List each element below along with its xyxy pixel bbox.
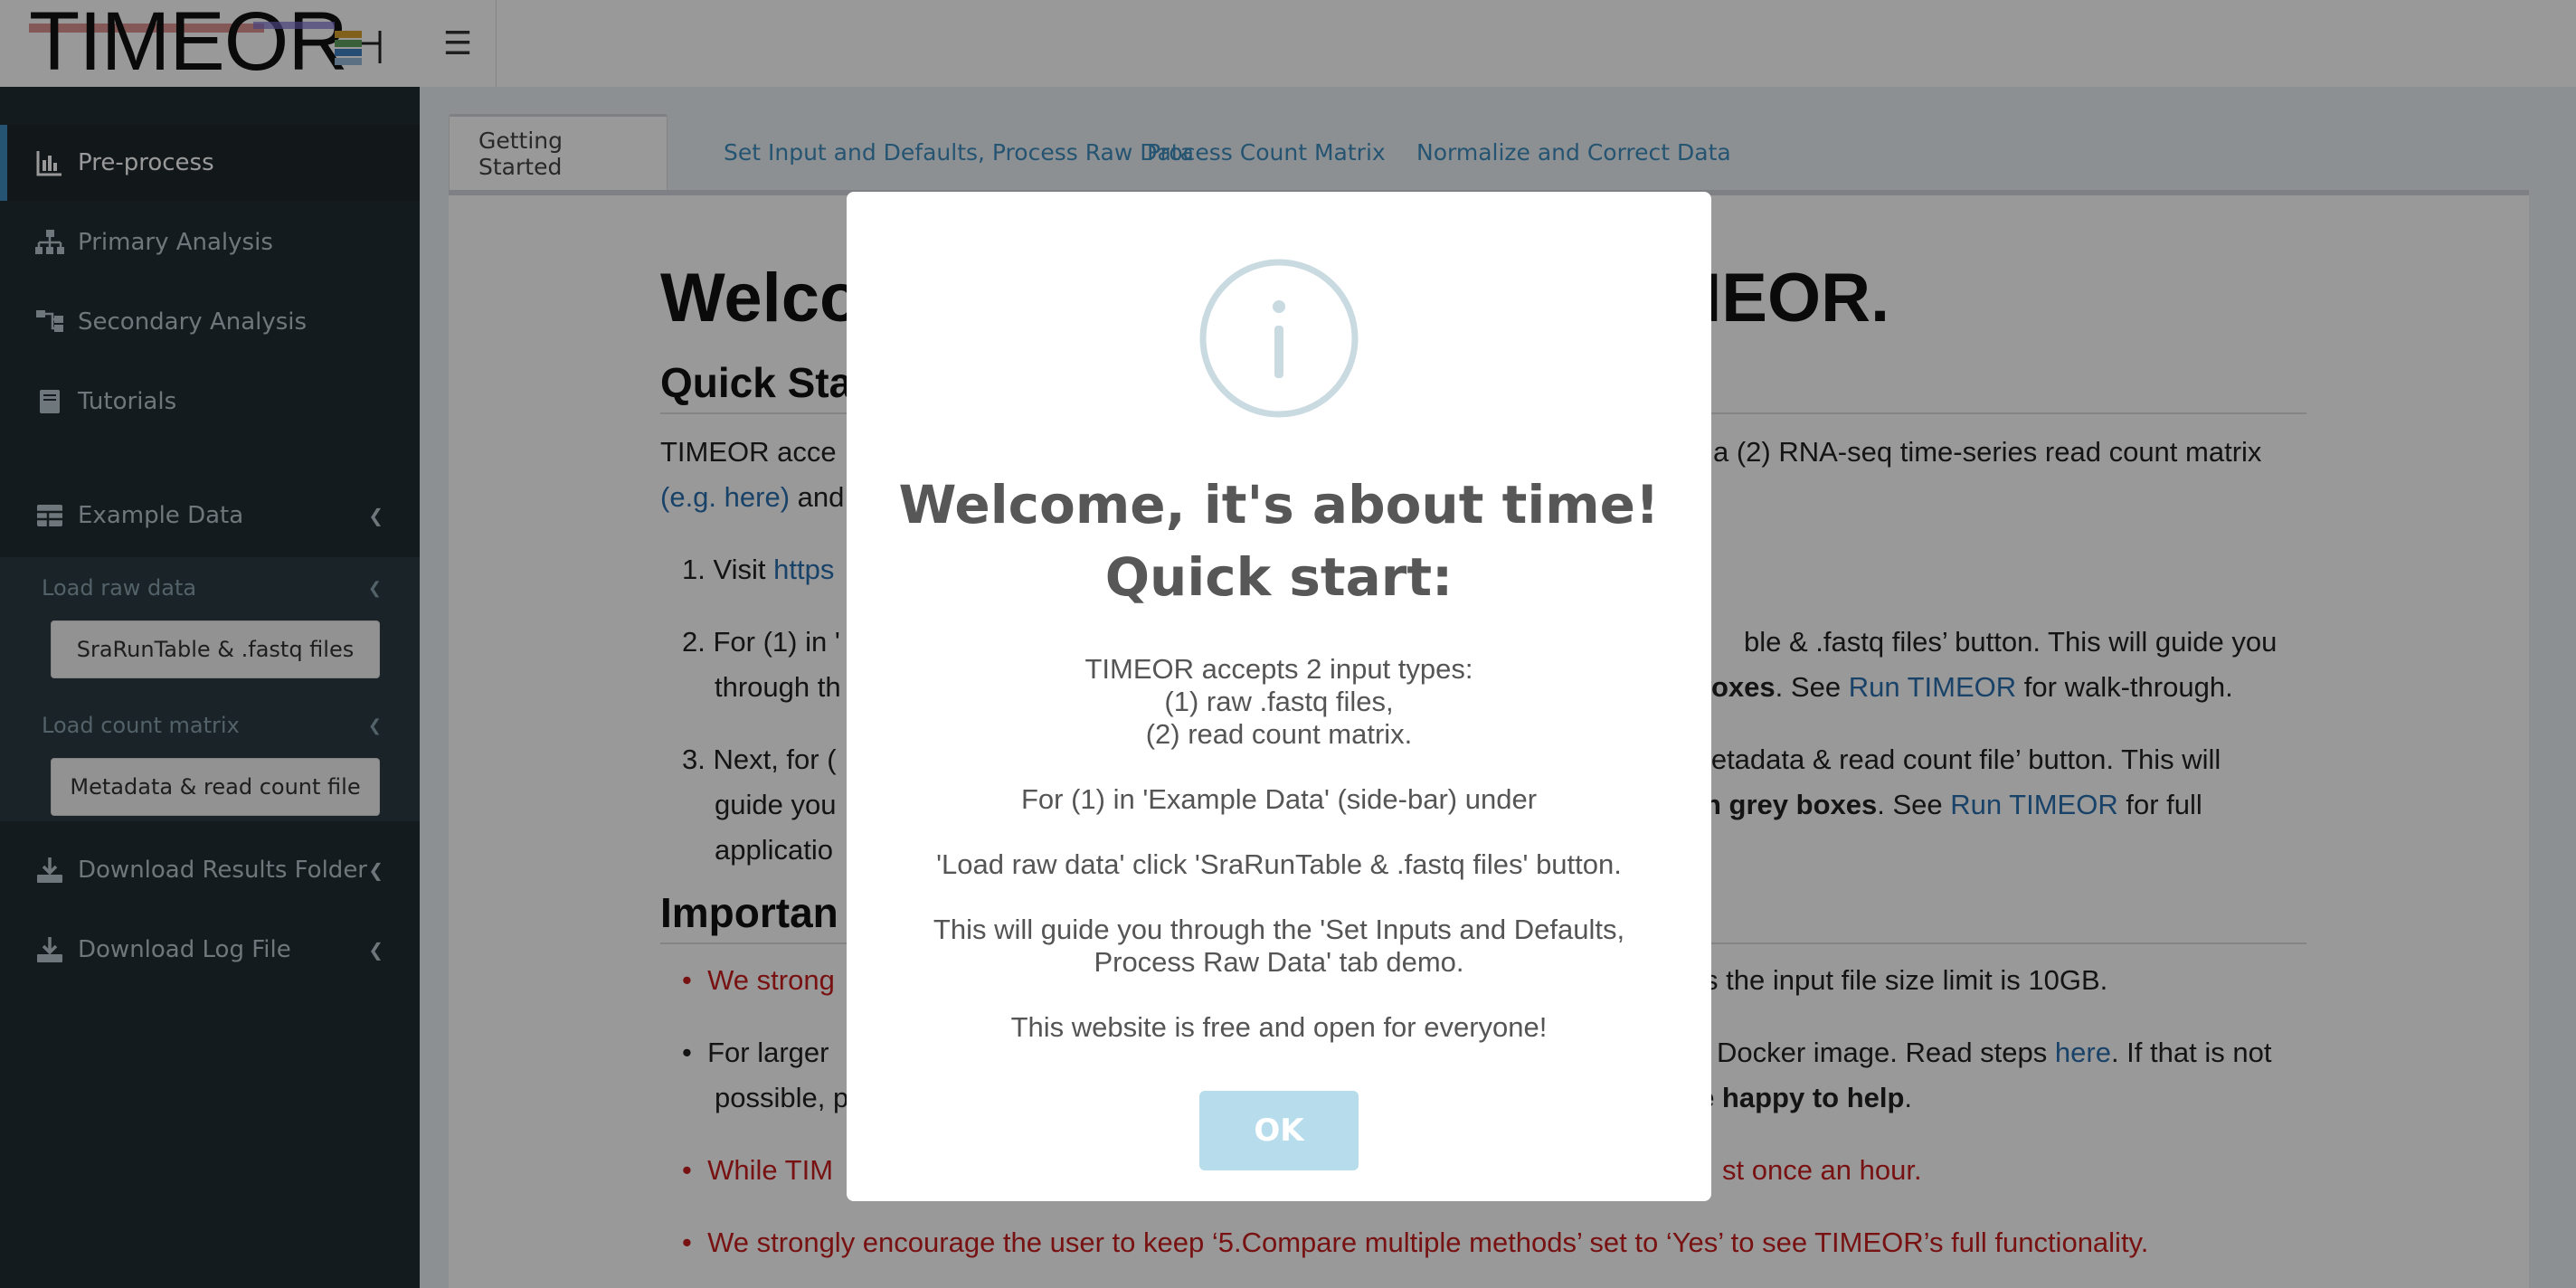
info-icon: [1199, 259, 1359, 418]
modal-text: For (1) in 'Example Data' (side-bar) und…: [1020, 783, 1538, 815]
welcome-modal: Welcome, it's about time! Quick start: T…: [847, 192, 1711, 1201]
modal-text: (2) read count matrix.: [1145, 718, 1413, 750]
modal-text: This will guide you through the 'Set Inp…: [933, 914, 1625, 978]
modal-text: 'Load raw data' click 'SraRunTable & .fa…: [936, 848, 1622, 880]
modal-text: This website is free and open for everyo…: [1010, 1011, 1548, 1043]
modal-title: Welcome, it's about time! Quick start:: [898, 474, 1660, 608]
modal-text: (1) raw .fastq files,: [1164, 686, 1394, 717]
modal-text: TIMEOR accepts 2 input types:: [1084, 653, 1473, 685]
ok-button[interactable]: OK: [1199, 1091, 1359, 1170]
